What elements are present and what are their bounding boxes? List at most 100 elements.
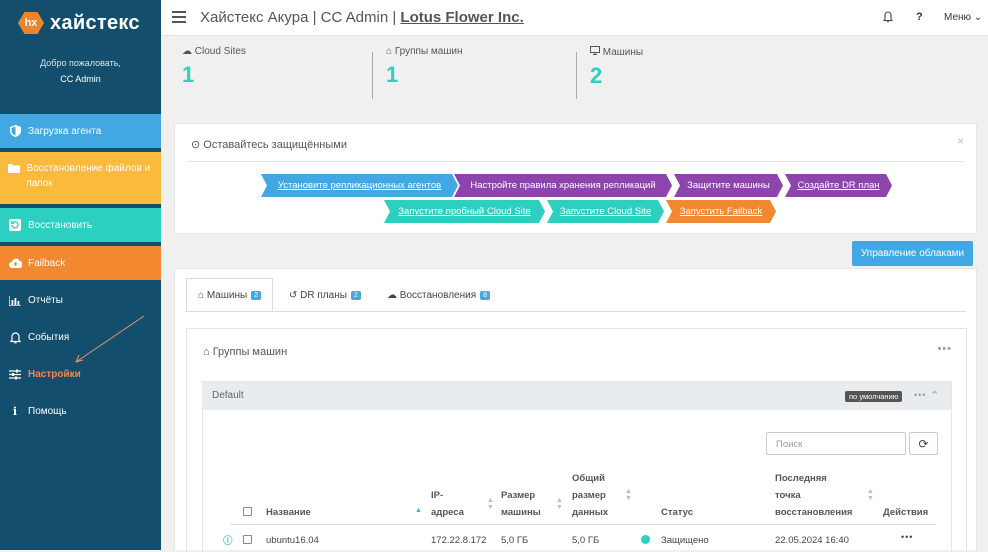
sidebar-item-label: Помощь [28,406,67,417]
sort-icon[interactable]: ▲ ▼ [487,497,494,511]
sidebar-item-agent-download[interactable]: Загрузка агента [0,114,161,148]
tab-label: Восстановления [399,289,477,301]
hamburger-icon[interactable] [172,11,186,23]
divider [230,524,936,525]
annotation-arrow [75,315,145,363]
chevron-up-icon[interactable]: ⌃ [930,389,939,402]
column-header-size[interactable]: Размер машины [501,487,541,521]
step-run-cloud-site[interactable]: Запустите Cloud Site [547,200,664,223]
refresh-icon[interactable]: ⟳ [909,432,938,455]
sliders-icon [8,368,22,382]
stat-machine-groups: ⌂ Группы машин 1 [386,46,463,88]
group-name: Default [212,390,244,401]
sidebar-item-label: Восстановить [28,219,93,231]
monitor-icon [590,46,600,58]
column-header-total[interactable]: Общий размер данных [572,470,608,521]
panel-title-text: Группы машин [212,346,288,358]
welcome-text: Добро пожаловать, [40,58,121,68]
select-all-checkbox[interactable] [243,507,252,516]
row-actions-icon[interactable]: ••• [901,532,913,542]
machine-groups-panel: ⌂ Группы машин ••• Default по умолчанию … [186,328,967,552]
sidebar-item-label: Отчёты [28,295,63,306]
status-dot-icon [641,535,650,544]
tab-machines[interactable]: ⌂ Машины 2 [186,278,274,312]
page-title-prefix: Хайстекс Акура | CC Admin | [200,9,401,26]
machine-total-size: 5,0 ГБ [572,535,600,546]
cloud-icon: ☁ [182,46,192,57]
sidebar-item-label: Восстановление файлов и папок [26,163,151,189]
sidebar-item-failback[interactable]: Failback [0,246,161,280]
info-icon[interactable]: ⓘ [223,533,233,547]
tab-count-badge: 2 [251,290,262,300]
user-name: CC Admin [60,74,101,84]
step-create-dr-plan[interactable]: Создайте DR план [785,174,892,197]
tab-restores[interactable]: ☁ Восстановления 8 [376,278,501,312]
row-checkbox[interactable] [243,535,252,544]
tab-dr-plans[interactable]: ↺ DR планы 2 [278,278,372,312]
bell-icon [8,331,22,345]
column-header-name[interactable]: Название [266,504,311,521]
more-options-icon[interactable]: ••• [914,390,926,400]
home-icon: ⌂ [203,346,210,358]
step-install-agents[interactable]: Установите репликационных агентов [261,174,458,197]
tab-label: DR планы [300,289,347,301]
header-line: машины [501,507,541,518]
search-input[interactable]: Поиск [766,432,906,455]
sort-icon[interactable]: ▲ ▼ [625,488,632,502]
machine-name[interactable]: ubuntu16.04 [266,535,319,546]
shield-icon [8,124,22,138]
more-options-icon[interactable]: ••• [937,343,952,355]
header-line: адреса [431,507,464,518]
sidebar-item-restore[interactable]: Восстановить [0,208,161,242]
machine-status: Защищено [661,535,709,546]
header-line: Общий [572,473,605,484]
undo-icon: ↺ [289,289,298,301]
machine-ip: 172.22.8.172 [431,535,487,546]
stat-value: 1 [386,62,399,87]
stay-protected-panel: ⊙ Оставайтесь защищёнными × Установите р… [174,123,977,234]
company-link[interactable]: Lotus Flower Inc. [400,9,523,26]
notifications-bell-icon[interactable] [882,11,894,26]
sidebar: hx хайстекс Добро пожаловать, CC Admin З… [0,0,161,550]
divider [576,52,577,99]
sidebar-item-label: События [28,332,70,343]
header-line: восстановления [775,507,853,518]
header-line: данных [572,507,609,518]
sidebar-item-file-restore[interactable]: Восстановление файлов и папок [0,152,161,204]
user-menu-label: Меню [944,12,972,23]
user-menu-dropdown[interactable]: Меню ⌄ [944,12,982,23]
stat-cloud-sites: ☁ Cloud Sites 1 [182,46,246,88]
sort-icon[interactable]: ▲ ▼ [556,497,563,511]
close-icon[interactable]: × [957,134,964,148]
step-protect-machines[interactable]: Защитите машины [674,174,783,197]
header-line: размер [572,490,606,501]
sidebar-item-label: Настройки [28,369,81,380]
logo-badge: hx [18,11,44,35]
group-header[interactable]: Default по умолчанию ••• ⌃ [203,382,951,410]
step-test-cloud-site[interactable]: Запустите пробный Cloud Site [384,200,545,223]
panel-title: ⌂ Группы машин [203,346,287,358]
group-default: Default по умолчанию ••• ⌃ Поиск ⟳ Назва… [202,381,952,552]
sidebar-item-label: Failback [28,257,66,269]
step-run-failback[interactable]: Запустить Failback [666,200,776,223]
manage-clouds-button[interactable]: Управление облаками [852,241,973,266]
step-retention-rules[interactable]: Настройте правила хранения репликаций [454,174,672,197]
column-header-restore-point[interactable]: Последняя точка восстановления [775,470,852,521]
check-circle-icon: ⊙ [191,139,201,151]
header-line: точка [775,490,801,501]
panel-title-text: Оставайтесь защищёнными [203,139,347,151]
tab-count-badge: 2 [350,290,361,300]
sort-asc-icon[interactable]: ▲ [415,507,422,514]
sort-icon[interactable]: ▲ ▼ [867,488,874,502]
page-title: Хайстекс Акура | CC Admin | Lotus Flower… [200,9,524,26]
tab-label: Машины [206,289,248,301]
app-logo[interactable]: hx хайстекс [18,10,140,36]
sidebar-item-help[interactable]: i Помощь [0,395,161,428]
stat-label: Машины [602,47,644,58]
restore-icon [8,218,22,232]
column-header-ip[interactable]: IP-адреса [431,487,464,521]
info-icon: i [12,405,18,418]
help-button[interactable]: ? [916,11,923,23]
divider [185,311,966,312]
column-header-status[interactable]: Статус [661,504,693,521]
